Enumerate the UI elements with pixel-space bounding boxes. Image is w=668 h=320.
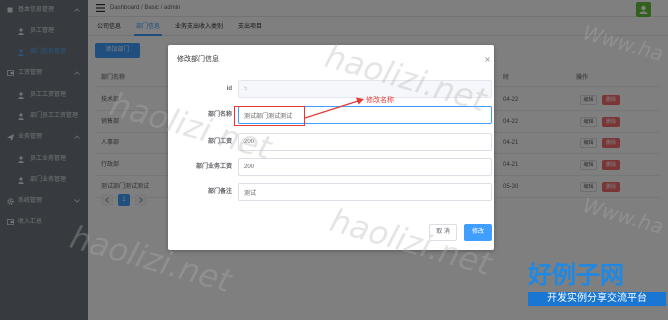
remark-field[interactable]: [238, 183, 492, 201]
close-icon[interactable]: [485, 57, 490, 62]
field-label-business-salary: 部门业务工资: [195, 164, 232, 170]
app-window: 基本信息管理 员工管理 部门信息管理 工资管理 员工工资管理 部门员工工资管理 …: [0, 0, 668, 320]
business-salary-field[interactable]: [238, 158, 492, 176]
department-salary-field[interactable]: [238, 133, 492, 151]
site-logo-subtitle: 开发实例分享交流平台: [528, 292, 666, 306]
field-label-remark: 部门备注: [207, 189, 232, 195]
field-label-id: id: [226, 86, 232, 92]
site-logo-title: 好例子网: [528, 262, 624, 289]
annotation-arrow-icon: [304, 97, 364, 119]
dialog-title: 修改部门信息: [177, 56, 219, 63]
annotation-text: 修改名称: [366, 97, 394, 104]
